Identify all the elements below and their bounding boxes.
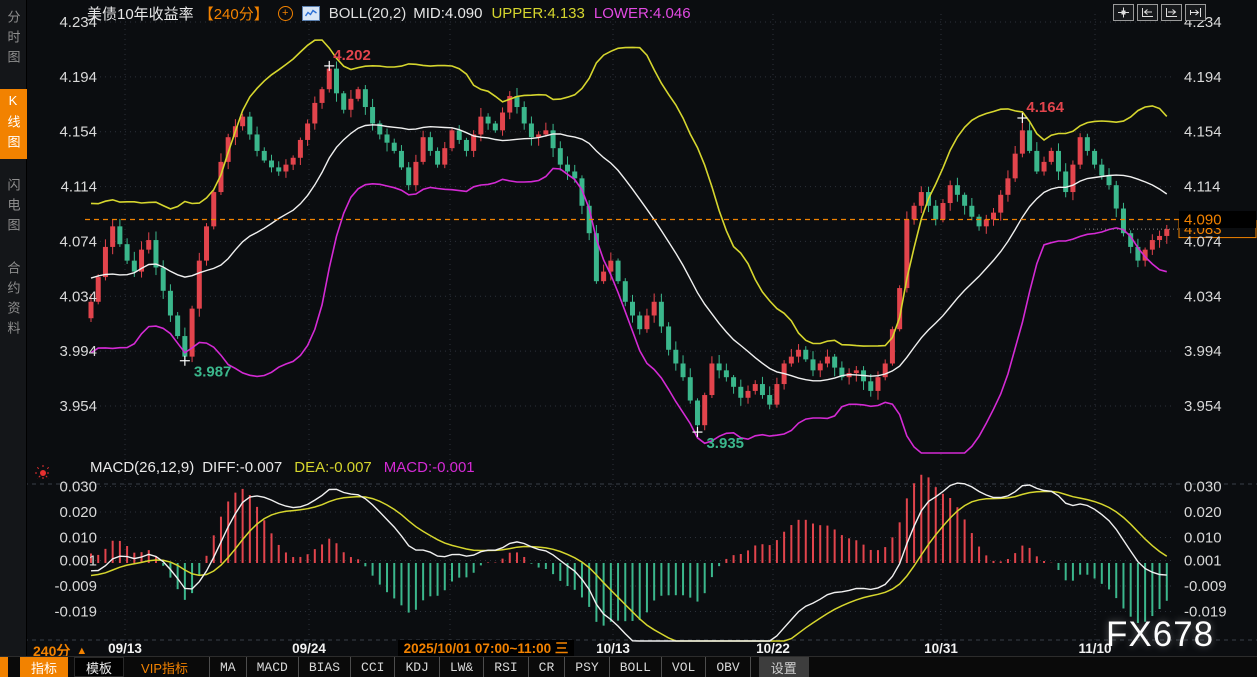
boll-mid-value: MID:4.090: [413, 5, 482, 22]
watermark: FX678: [1106, 615, 1214, 655]
boll-upper-line: [91, 40, 1167, 346]
grid: [0, 14, 1257, 640]
svg-text:4.194: 4.194: [59, 69, 97, 86]
tab-vip-indicator[interactable]: VIP指标: [130, 657, 199, 677]
chart-header: 美债10年收益率 【240分】 + BOLL(20,2) MID:4.090 U…: [87, 3, 691, 23]
indicator-button-psy[interactable]: PSY: [565, 657, 609, 677]
svg-text:3.935: 3.935: [706, 435, 744, 452]
macd-panel: [91, 475, 1167, 641]
indicator-button-lw[interactable]: LW&: [440, 657, 484, 677]
svg-text:4.034: 4.034: [1184, 288, 1222, 305]
tab-template[interactable]: 模板: [74, 657, 124, 677]
shift-right-icon[interactable]: [1161, 4, 1182, 21]
toolbar-handle[interactable]: [0, 657, 8, 677]
macd-dea-value: DEA:-0.007: [294, 459, 372, 476]
indicator-button-boll[interactable]: BOLL: [610, 657, 662, 677]
svg-text:3.954: 3.954: [1184, 398, 1222, 415]
svg-text:-0.019: -0.019: [54, 603, 97, 620]
macd-dea-line: [91, 491, 1167, 641]
macd-name: MACD(26,12,9): [90, 459, 194, 476]
indicator-button-group: MAMACDBIASCCIKDJLW&RSICRPSYBOLLVOLOBV: [209, 657, 751, 677]
svg-text:4.074: 4.074: [59, 233, 97, 250]
svg-text:-0.009: -0.009: [54, 578, 97, 595]
sidebar-tab-2[interactable]: 闪电图: [0, 174, 27, 242]
svg-text:10/31: 10/31: [924, 641, 958, 656]
chart-type-icon[interactable]: [302, 6, 320, 21]
svg-text:4.114: 4.114: [1184, 179, 1220, 196]
shift-left-icon[interactable]: [1137, 4, 1158, 21]
svg-text:0.010: 0.010: [59, 530, 97, 547]
svg-text:0.030: 0.030: [1184, 479, 1222, 496]
svg-text:10/22: 10/22: [756, 641, 790, 656]
boll-mid-line: [91, 125, 1167, 381]
price-tags: 4.0834.090: [85, 211, 1256, 238]
boll-upper-value: UPPER:4.133: [491, 5, 584, 22]
svg-text:4.154: 4.154: [1184, 124, 1222, 141]
macd-diff-line: [91, 483, 1167, 641]
bottom-toolbar: 指标 模板 VIP指标 MAMACDBIASCCIKDJLW&RSICRPSYB…: [0, 656, 1257, 677]
svg-text:3.954: 3.954: [59, 398, 97, 415]
svg-text:4.034: 4.034: [59, 288, 97, 305]
sidebar-tab-3[interactable]: 合约资料: [0, 257, 27, 345]
crosshair-center-icon[interactable]: [1113, 4, 1134, 21]
indicator-button-kdj[interactable]: KDJ: [395, 657, 439, 677]
svg-text:4.164: 4.164: [1026, 99, 1064, 116]
bollinger-bands: [91, 40, 1167, 453]
indicator-button-macd[interactable]: MACD: [247, 657, 299, 677]
svg-text:4.154: 4.154: [59, 124, 97, 141]
svg-text:10/13: 10/13: [596, 641, 630, 656]
indicator-button-bias[interactable]: BIAS: [299, 657, 351, 677]
svg-text:0.001: 0.001: [1184, 552, 1222, 569]
svg-text:4.090: 4.090: [1184, 211, 1222, 228]
svg-text:0.001: 0.001: [59, 552, 97, 569]
svg-text:0.020: 0.020: [59, 504, 97, 521]
svg-text:0.010: 0.010: [1184, 530, 1222, 547]
svg-text:09/24: 09/24: [292, 641, 326, 656]
tab-indicator[interactable]: 指标: [20, 657, 68, 677]
svg-text:-0.009: -0.009: [1184, 578, 1227, 595]
svg-text:3.994: 3.994: [59, 343, 97, 360]
sidebar-tab-1[interactable]: K线图: [0, 89, 27, 159]
indicator-button-obv[interactable]: OBV: [706, 657, 750, 677]
svg-text:4.114: 4.114: [61, 179, 97, 196]
svg-text:4.202: 4.202: [333, 47, 371, 64]
add-indicator-icon[interactable]: +: [278, 6, 293, 21]
date-axis: 09/1309/2410/1310/2210/3111/102025/10/01…: [108, 640, 1111, 657]
boll-lower-value: LOWER:4.046: [594, 5, 691, 22]
alert-dot-icon: [34, 464, 52, 487]
indicator-button-vol[interactable]: VOL: [662, 657, 706, 677]
macd-macd-value: MACD:-0.001: [384, 459, 475, 476]
boll-label: BOLL(20,2): [329, 5, 407, 22]
svg-text:4.194: 4.194: [1184, 69, 1222, 86]
settings-button[interactable]: 设置: [759, 657, 809, 677]
indicator-button-ma[interactable]: MA: [209, 657, 247, 677]
svg-text:0.020: 0.020: [1184, 504, 1222, 521]
period-badge: 【240分】: [199, 3, 269, 24]
boll-lower-line: [91, 168, 1167, 453]
svg-text:4.074: 4.074: [1184, 233, 1222, 250]
indicator-button-rsi[interactable]: RSI: [484, 657, 528, 677]
svg-text:3.987: 3.987: [194, 364, 232, 381]
chart-canvas[interactable]: 4.0834.0903.9874.2023.9354.1644.2344.234…: [0, 0, 1257, 677]
svg-text:3.994: 3.994: [1184, 343, 1222, 360]
macd-header: MACD(26,12,9) DIFF:-0.007 DEA:-0.007 MAC…: [90, 459, 475, 476]
svg-text:09/13: 09/13: [108, 641, 142, 656]
sidebar: 分时图 K线图闪电图合约资料: [0, 0, 27, 677]
svg-text:0.030: 0.030: [59, 479, 97, 496]
indicator-button-cci[interactable]: CCI: [351, 657, 395, 677]
jump-to-latest-icon[interactable]: [1185, 4, 1206, 21]
sidebar-tab-0[interactable]: 分时图: [0, 6, 27, 74]
indicator-button-cr[interactable]: CR: [529, 657, 566, 677]
svg-text:2025/10/01 07:00~11:00 三: 2025/10/01 07:00~11:00 三: [404, 641, 569, 656]
macd-diff-value: DIFF:-0.007: [202, 459, 282, 476]
chart-nav-controls: [1113, 4, 1206, 21]
symbol-title: 美债10年收益率: [87, 3, 194, 24]
